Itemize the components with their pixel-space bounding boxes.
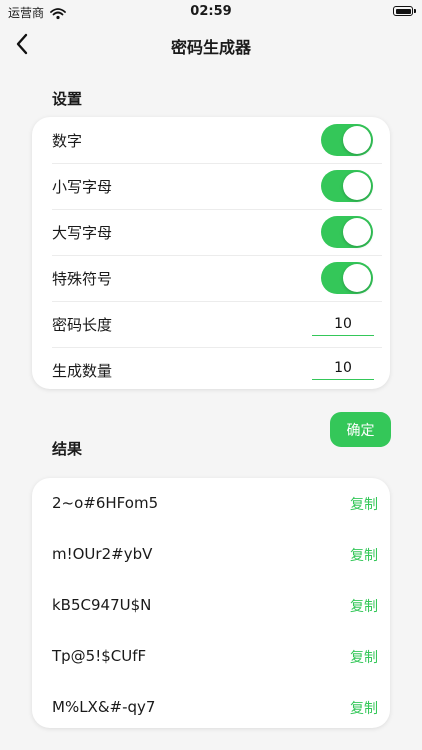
list-item: 2~o#6HFom5 复制 (52, 478, 378, 529)
length-input[interactable] (312, 313, 374, 336)
symbols-label: 特殊符号 (52, 270, 113, 288)
uppercase-toggle[interactable] (321, 216, 373, 248)
settings-row-lowercase: 小写字母 (52, 163, 382, 210)
copy-button[interactable]: 复制 (350, 698, 378, 718)
list-item: M%LX&#-qy7 复制 (52, 682, 378, 733)
results-card: 2~o#6HFom5 复制 m!OUr2#ybV 复制 kB5C947U$N 复… (32, 478, 390, 728)
settings-row-count: 生成数量 (52, 347, 382, 393)
lowercase-toggle[interactable] (321, 170, 373, 202)
count-input[interactable] (312, 357, 374, 380)
status-bar: 运营商 02:59 (0, 0, 422, 24)
settings-row-length: 密码长度 (52, 301, 382, 348)
settings-row-symbols: 特殊符号 (52, 255, 382, 302)
copy-button[interactable]: 复制 (350, 647, 378, 667)
toggle-knob (343, 172, 371, 200)
settings-card: 数字 小写字母 大写字母 特殊符号 密码长度 生成数量 (32, 117, 390, 389)
digits-label: 数字 (52, 132, 83, 150)
copy-button[interactable]: 复制 (350, 494, 378, 514)
status-time: 02:59 (190, 4, 232, 19)
length-label: 密码长度 (52, 316, 113, 334)
password-text: 2~o#6HFom5 (52, 494, 159, 512)
password-text: m!OUr2#ybV (52, 545, 153, 563)
toggle-knob (343, 218, 371, 246)
toggle-knob (343, 126, 371, 154)
digits-toggle[interactable] (321, 124, 373, 156)
list-item: m!OUr2#ybV 复制 (52, 529, 378, 580)
page-title: 密码生成器 (170, 38, 251, 57)
copy-button[interactable]: 复制 (350, 596, 378, 616)
settings-section-title: 设置 (52, 90, 83, 108)
password-text: M%LX&#-qy7 (52, 698, 156, 716)
copy-button[interactable]: 复制 (350, 545, 378, 565)
results-section-title: 结果 (52, 440, 83, 458)
lowercase-label: 小写字母 (52, 178, 113, 196)
list-item: Tp@5!$CUfF 复制 (52, 631, 378, 682)
navigation-bar: 密码生成器 (0, 26, 422, 62)
symbols-toggle[interactable] (321, 262, 373, 294)
battery-icon (393, 6, 416, 16)
password-text: kB5C947U$N (52, 596, 152, 614)
settings-row-uppercase: 大写字母 (52, 209, 382, 256)
settings-row-digits: 数字 (52, 117, 382, 164)
confirm-button[interactable]: 确定 (330, 412, 391, 447)
list-item: kB5C947U$N 复制 (52, 580, 378, 631)
toggle-knob (343, 264, 371, 292)
password-text: Tp@5!$CUfF (52, 647, 147, 665)
uppercase-label: 大写字母 (52, 224, 113, 242)
count-label: 生成数量 (52, 362, 113, 380)
